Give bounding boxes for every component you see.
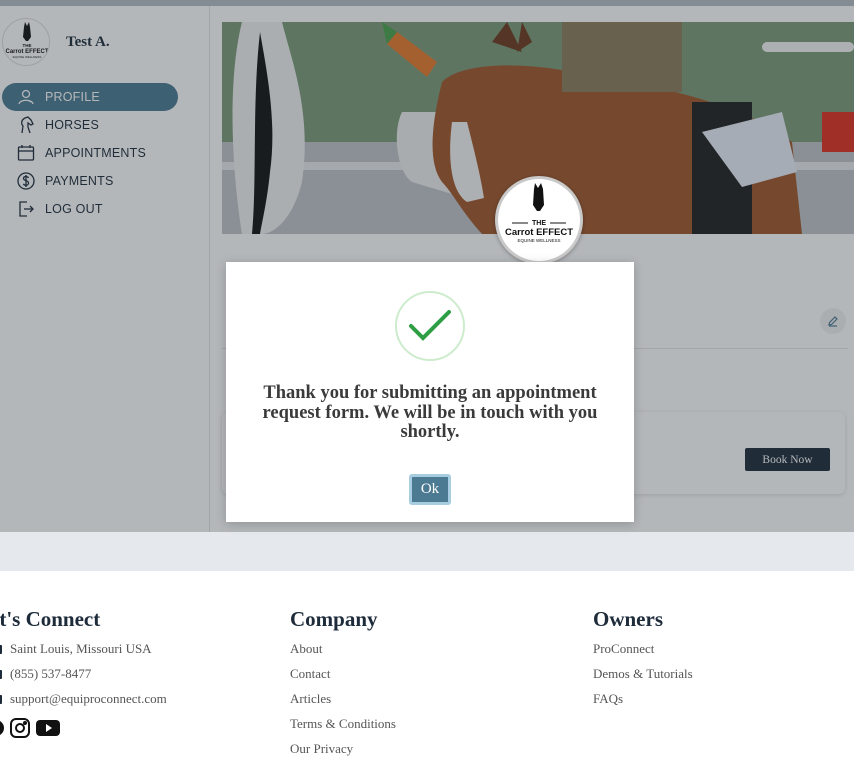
confirmation-modal: Thank you for submitting an appointment … (226, 262, 634, 522)
footer-address: Saint Louis, Missouri USA (0, 640, 167, 665)
profile-avatar: THE Carrot EFFECT EQUINE WELLNESS (495, 176, 583, 264)
facebook-icon[interactable] (0, 718, 6, 738)
youtube-icon[interactable] (36, 720, 60, 736)
footer-link-contact[interactable]: Contact (290, 665, 396, 690)
footer-band (0, 532, 854, 571)
footer-email[interactable]: support@equiproconnect.com (0, 690, 167, 715)
footer-phone[interactable]: (855) 537-8477 (0, 665, 167, 690)
success-badge (395, 291, 465, 361)
footer-link-proconnect[interactable]: ProConnect (593, 640, 693, 665)
footer-connect-title: et's Connect (0, 607, 101, 631)
footer-link-demos[interactable]: Demos & Tutorials (593, 665, 693, 690)
phone-icon (0, 670, 2, 679)
footer-company-title: Company (290, 607, 378, 631)
footer-link-articles[interactable]: Articles (290, 690, 396, 715)
instagram-icon[interactable] (9, 717, 31, 739)
svg-text:Carrot EFFECT: Carrot EFFECT (505, 227, 573, 238)
footer-owners-title: Owners (593, 607, 663, 631)
confirmation-message: Thank you for submitting an appointment … (262, 383, 598, 442)
footer-link-about[interactable]: About (290, 640, 396, 665)
footer-link-faqs[interactable]: FAQs (593, 690, 693, 715)
location-icon (0, 645, 2, 654)
footer-link-privacy[interactable]: Our Privacy (290, 740, 396, 765)
social-links (0, 717, 167, 739)
footer-link-terms[interactable]: Terms & Conditions (290, 715, 396, 740)
check-icon (409, 310, 451, 341)
footer-company: Company About Contact Articles Terms & C… (290, 607, 396, 765)
email-icon (0, 695, 2, 704)
ok-button[interactable]: Ok (409, 474, 451, 505)
svg-text:EQUINE WELLNESS: EQUINE WELLNESS (517, 238, 560, 243)
footer: et's Connect Saint Louis, Missouri USA (… (0, 571, 854, 772)
footer-connect: et's Connect Saint Louis, Missouri USA (… (0, 607, 167, 739)
footer-owners: Owners ProConnect Demos & Tutorials FAQs (593, 607, 693, 715)
svg-text:THE: THE (532, 220, 546, 227)
